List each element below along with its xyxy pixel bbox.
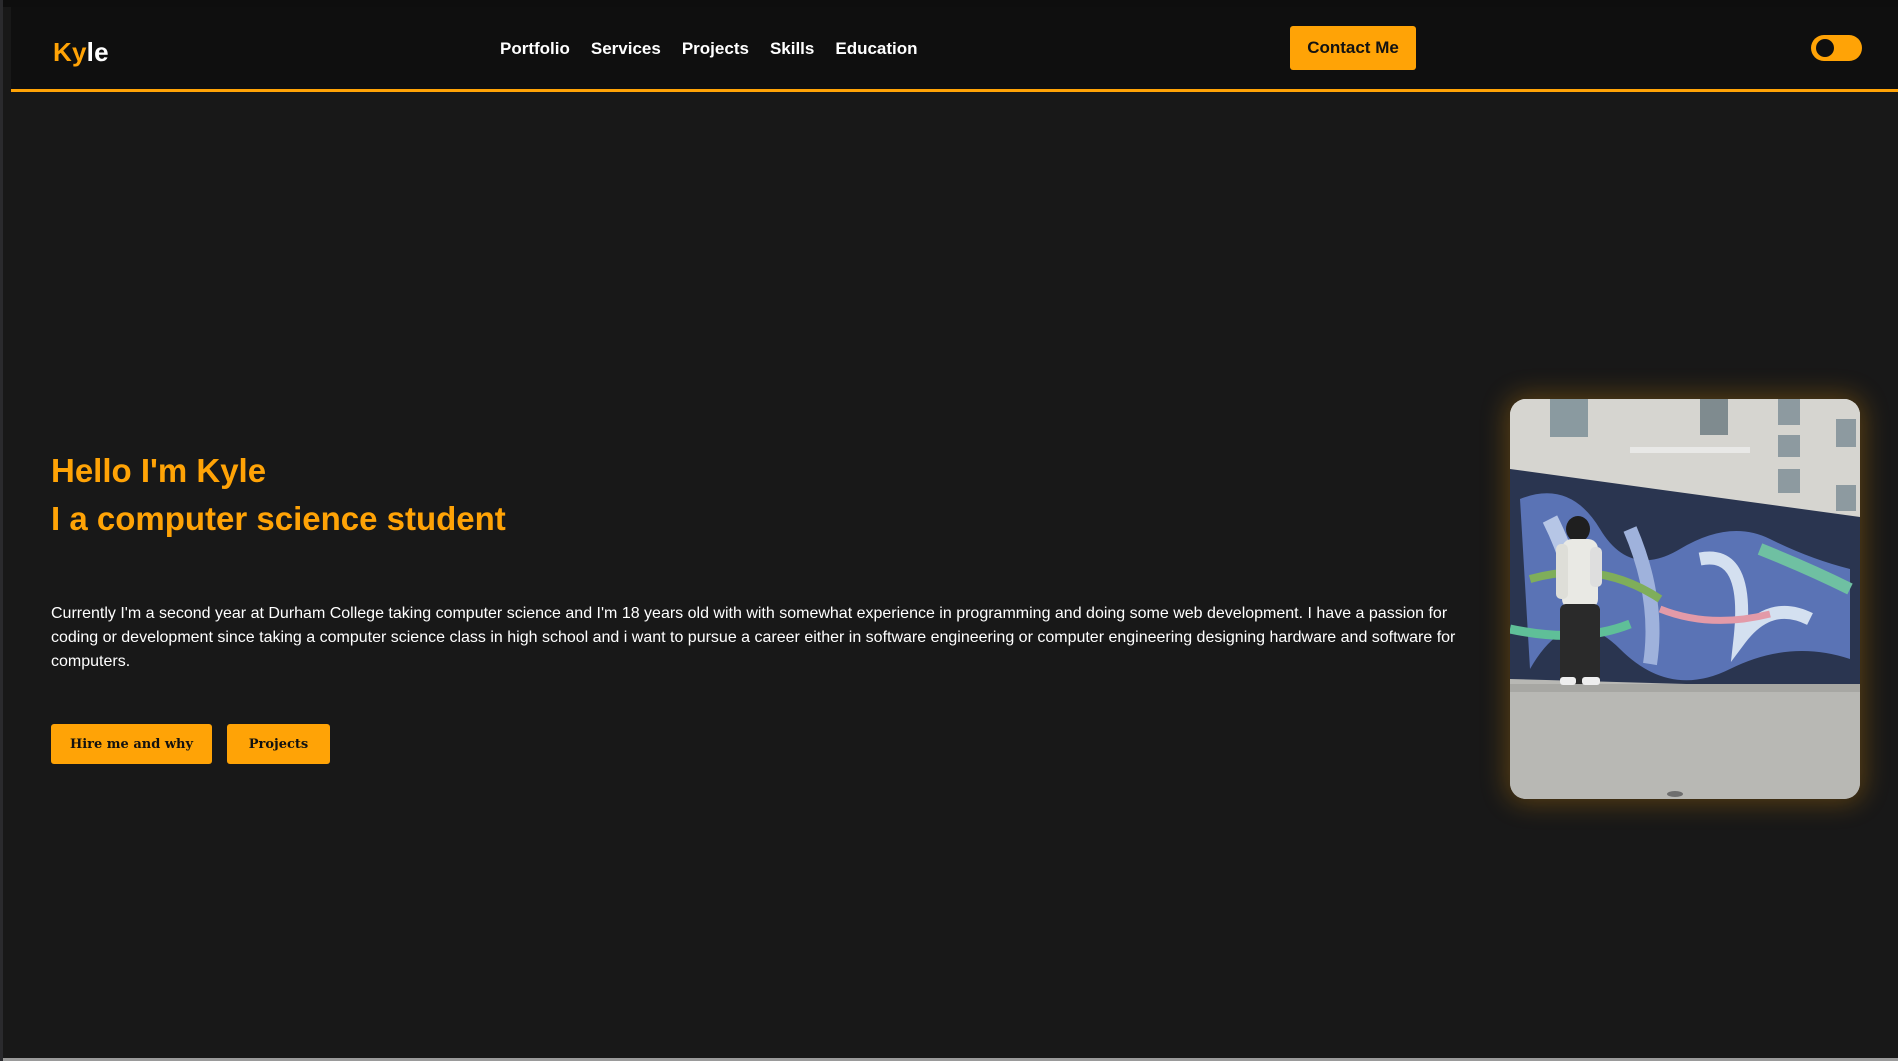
window-top-strip: [3, 0, 1898, 7]
hero-subtitle: I a computer science student: [51, 500, 506, 537]
hero-heading: Hello I'm Kyle I a computer science stud…: [51, 447, 506, 543]
nav-item-skills[interactable]: Skills: [770, 39, 814, 59]
hero-bio: Currently I'm a second year at Durham Co…: [51, 605, 1456, 670]
profile-photo: [1510, 399, 1860, 799]
nav-item-services[interactable]: Services: [591, 39, 661, 59]
site-header: Kyle Portfolio Services Projects Skills …: [11, 7, 1898, 92]
main-nav: Portfolio Services Projects Skills Educa…: [500, 39, 918, 59]
nav-item-portfolio[interactable]: Portfolio: [500, 39, 570, 59]
contact-me-button[interactable]: Contact Me: [1290, 26, 1416, 70]
nav-item-projects[interactable]: Projects: [682, 39, 749, 59]
site-logo[interactable]: Kyle: [53, 37, 109, 68]
logo-accent-text: Ky: [53, 37, 87, 67]
nav-item-education[interactable]: Education: [835, 39, 917, 59]
hire-me-button[interactable]: Hire me and why: [51, 724, 212, 764]
page: Kyle Portfolio Services Projects Skills …: [3, 0, 1898, 1061]
theme-toggle[interactable]: [1811, 35, 1862, 61]
logo-rest-text: le: [86, 37, 109, 67]
toggle-knob-icon: [1816, 39, 1834, 57]
hero-greeting: Hello I'm Kyle: [51, 452, 267, 489]
projects-button[interactable]: Projects: [227, 724, 330, 764]
